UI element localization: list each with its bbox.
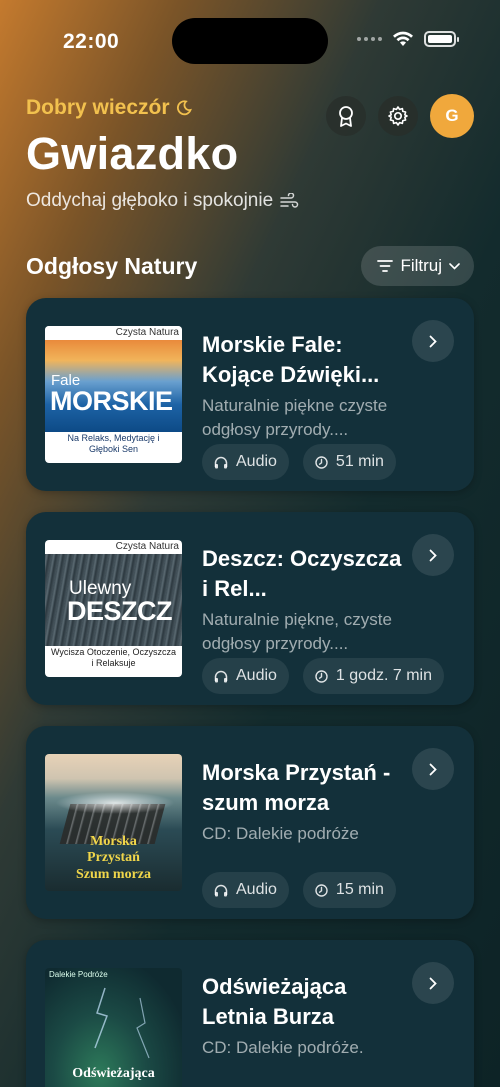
headphones-icon <box>214 670 228 682</box>
track-card[interactable]: Czysta Natura Ulewny DESZCZ Wycisza Otoc… <box>26 512 474 705</box>
duration-pill: 51 min <box>302 444 396 480</box>
track-title: Odświeżająca Letnia Burza <box>202 974 347 1029</box>
section-title: Odgłosy Natury <box>26 252 198 279</box>
chevron-right-icon <box>429 549 437 561</box>
section-header: Odgłosy Natury Filtruj <box>26 246 474 286</box>
wifi-icon <box>393 31 413 46</box>
subtitle-text: Oddychaj głęboko i spokojnie <box>26 190 274 211</box>
clock-icon <box>315 669 328 683</box>
filter-button[interactable]: Filtruj <box>361 246 474 286</box>
clock-icon <box>315 455 328 469</box>
track-meta: Audio 51 min <box>202 444 396 480</box>
open-track-button[interactable] <box>412 320 454 362</box>
duration-label: 51 min <box>335 453 384 470</box>
cover-line1: Odświeżająca <box>72 1066 155 1081</box>
cellular-icon <box>357 37 382 41</box>
track-title: Deszcz: Oczyszcza i Rel... <box>202 546 402 601</box>
track-card[interactable]: Czysta Natura Fale MORSKIE Na Relaks, Me… <box>26 298 474 491</box>
track-title: Morska Przystań - szum morza <box>202 760 391 815</box>
headphones-icon <box>214 884 228 896</box>
type-pill: Audio <box>202 658 289 694</box>
track-title: Morskie Fale: Kojące Dźwięki... <box>202 332 380 387</box>
cover-caption: Wycisza Otoczenie, Oczyszcza i Relaksuje <box>51 647 176 668</box>
cover-line2: MORSKIE <box>50 386 173 416</box>
open-track-button[interactable] <box>412 534 454 576</box>
cover-line1: Morska <box>90 834 137 849</box>
filter-lines-icon <box>377 260 394 272</box>
chevron-down-icon <box>449 262 460 270</box>
chevron-right-icon <box>429 335 437 347</box>
type-label: Audio <box>236 453 277 470</box>
type-label: Audio <box>236 881 277 898</box>
dynamic-island <box>172 18 328 64</box>
award-icon <box>339 106 353 127</box>
clock-icon <box>315 883 328 897</box>
chevron-right-icon <box>429 977 437 989</box>
duration-pill: 1 godz. 7 min <box>302 658 444 694</box>
status-icons <box>357 31 459 47</box>
gear-icon <box>388 106 408 126</box>
track-meta: Audio 15 min <box>202 872 396 908</box>
track-description: Naturalnie piękne, czyste odgłosy przyro… <box>202 610 392 653</box>
cover-line3: Szum morza <box>75 867 152 882</box>
track-description: Naturalnie piękne czyste odgłosy przyrod… <box>202 396 388 439</box>
track-cover: Morska Przystań Szum morza <box>45 754 182 891</box>
track-meta: Audio 1 godz. 7 min <box>202 658 444 694</box>
filter-label: Filtruj <box>400 256 442 275</box>
track-cover: Czysta Natura Fale MORSKIE Na Relaks, Me… <box>45 326 182 463</box>
header-actions: G <box>326 94 474 138</box>
track-description: CD: Dalekie podróże. <box>202 1038 364 1057</box>
avatar[interactable]: G <box>430 94 474 138</box>
status-bar: 22:00 <box>0 0 500 80</box>
subtitle-row: Oddychaj głęboko i spokojnie <box>26 190 474 212</box>
open-track-button[interactable] <box>412 748 454 790</box>
track-description: CD: Dalekie podróże <box>202 824 359 843</box>
type-pill: Audio <box>202 872 289 908</box>
duration-label: 1 godz. 7 min <box>335 667 432 684</box>
track-cover: Dalekie Podróże Odświeżająca <box>45 968 182 1087</box>
settings-button[interactable] <box>378 96 418 136</box>
greeting-text: Dobry wieczór <box>26 96 170 119</box>
track-card[interactable]: Dalekie Podróże Odświeżająca Odświeżając… <box>26 940 474 1087</box>
battery-icon <box>424 31 459 47</box>
greeting-header: Dobry wieczór Gwiazdko Oddychaj głęboko … <box>26 94 474 212</box>
cover-line2: DESZCZ <box>67 596 173 626</box>
type-label: Audio <box>236 667 277 684</box>
headphones-icon <box>214 456 228 468</box>
track-cover: Czysta Natura Ulewny DESZCZ Wycisza Otoc… <box>45 540 182 677</box>
cover-caption: Na Relaks, Medytację i Głęboki Sen <box>67 433 160 454</box>
type-pill: Audio <box>202 444 289 480</box>
cover-brand: Czysta Natura <box>115 541 179 552</box>
duration-label: 15 min <box>335 881 384 898</box>
moon-icon <box>176 100 192 116</box>
cover-line2: Przystań <box>87 850 140 865</box>
wind-icon <box>280 193 299 208</box>
duration-pill: 15 min <box>302 872 396 908</box>
achievements-button[interactable] <box>326 96 366 136</box>
chevron-right-icon <box>429 763 437 775</box>
cover-brand: Czysta Natura <box>115 327 179 338</box>
open-track-button[interactable] <box>412 962 454 1004</box>
track-card[interactable]: Morska Przystań Szum morza Morska Przyst… <box>26 726 474 919</box>
status-time: 22:00 <box>63 30 120 53</box>
